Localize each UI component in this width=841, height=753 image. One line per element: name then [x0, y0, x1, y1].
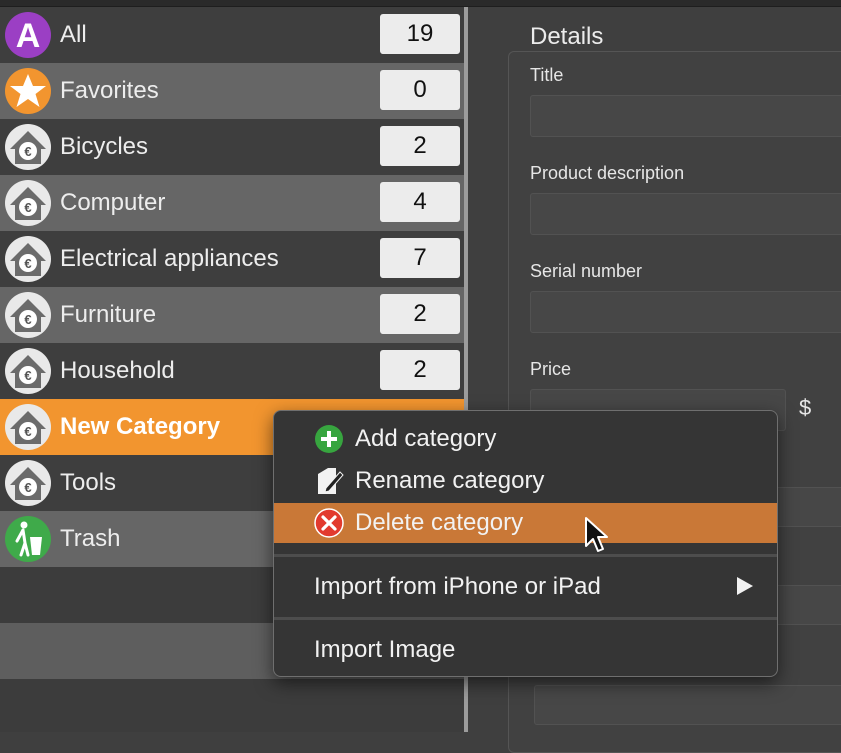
- letter-a-icon: A: [5, 12, 51, 58]
- sidebar-item-computer[interactable]: € Computer 4: [0, 175, 464, 231]
- sidebar-item-bicycles[interactable]: € Bicycles 2: [0, 119, 464, 175]
- submenu-arrow-icon: [737, 577, 753, 595]
- sidebar-item-label: Computer: [60, 189, 166, 216]
- star-icon: [5, 68, 51, 114]
- sidebar-empty-row: [0, 679, 464, 732]
- sidebar-item-household[interactable]: € Household 2: [0, 343, 464, 399]
- svg-text:€: €: [24, 480, 31, 495]
- category-context-menu: Add category Rename category Delete cate…: [273, 410, 778, 677]
- sidebar-item-label: Tools: [60, 469, 117, 496]
- sidebar-item-furniture[interactable]: € Furniture 2: [0, 287, 464, 343]
- price-label: Price: [530, 359, 572, 379]
- sidebar-item-label: Trash: [60, 525, 121, 552]
- serial-number-field[interactable]: [530, 291, 841, 333]
- euro-house-icon: €: [5, 460, 51, 506]
- sidebar-item-label: Bicycles: [60, 133, 149, 160]
- menu-item-import-from-device[interactable]: Import from iPhone or iPad: [274, 567, 777, 607]
- trash-icon: [5, 516, 51, 562]
- menu-item-label: Delete category: [355, 509, 524, 536]
- menu-item-rename-category[interactable]: Rename category: [274, 461, 777, 501]
- serial-number-label: Serial number: [530, 261, 643, 281]
- title-label: Title: [530, 65, 564, 85]
- rename-pencil-icon: [318, 468, 344, 494]
- menu-separator: [274, 554, 777, 557]
- euro-house-icon: €: [5, 236, 51, 282]
- sidebar-item-favorites[interactable]: Favorites 0: [0, 63, 464, 119]
- title-field[interactable]: [530, 95, 841, 137]
- sidebar-item-label: Electrical appliances: [60, 245, 279, 272]
- item-count-badge: 19: [380, 14, 460, 54]
- sidebar-item-label: Furniture: [60, 301, 157, 328]
- euro-house-icon: €: [5, 292, 51, 338]
- sidebar-item-electrical-appliances[interactable]: € Electrical appliances 7: [0, 231, 464, 287]
- menu-separator: [274, 617, 777, 620]
- item-count-badge: 4: [380, 182, 460, 222]
- menu-item-add-category[interactable]: Add category: [274, 419, 777, 459]
- svg-text:€: €: [24, 144, 31, 159]
- svg-text:€: €: [24, 312, 31, 327]
- sidebar-item-all[interactable]: A All 19: [0, 7, 464, 63]
- menu-item-delete-category[interactable]: Delete category: [274, 503, 777, 543]
- sidebar-item-label: All: [60, 21, 87, 48]
- euro-house-icon: €: [5, 348, 51, 394]
- item-count-badge: 0: [380, 70, 460, 110]
- menu-item-label: Import Image: [314, 636, 456, 663]
- item-count-badge: 7: [380, 238, 460, 278]
- item-count-badge: 2: [380, 350, 460, 390]
- sidebar-item-label: Household: [60, 357, 175, 384]
- product-description-label: Product description: [530, 163, 685, 183]
- details-title: Details: [530, 23, 604, 50]
- details-field[interactable]: [534, 685, 841, 725]
- product-description-field[interactable]: [530, 193, 841, 235]
- menu-item-import-image[interactable]: Import Image: [274, 630, 777, 670]
- menu-item-label: Rename category: [355, 467, 545, 494]
- svg-text:€: €: [24, 424, 31, 439]
- mouse-pointer-icon: [585, 517, 608, 552]
- sidebar-item-label: Favorites: [60, 77, 159, 104]
- delete-x-icon: [314, 508, 344, 538]
- euro-house-icon: €: [5, 404, 51, 450]
- item-count-badge: 2: [380, 126, 460, 166]
- euro-house-icon: €: [5, 180, 51, 226]
- menu-item-label: Add category: [355, 425, 497, 452]
- menu-item-label: Import from iPhone or iPad: [314, 573, 601, 600]
- svg-text:€: €: [24, 200, 31, 215]
- plus-circle-icon: [315, 425, 343, 453]
- currency-symbol: $: [799, 395, 812, 420]
- item-count-badge: 2: [380, 294, 460, 334]
- svg-text:€: €: [24, 256, 31, 271]
- sidebar-item-label: New Category: [60, 413, 221, 440]
- euro-house-icon: €: [5, 124, 51, 170]
- all-icon-letter: A: [16, 17, 41, 55]
- svg-text:€: €: [24, 368, 31, 383]
- window-top-edge: [0, 0, 841, 7]
